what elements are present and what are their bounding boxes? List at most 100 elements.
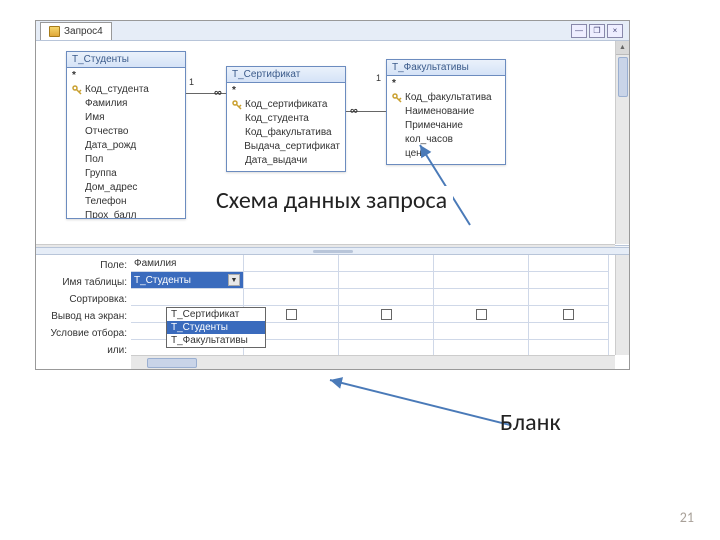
cell-criteria[interactable] <box>434 323 528 340</box>
cell-show[interactable] <box>529 306 608 323</box>
label-sort: Сортировка: <box>38 291 127 308</box>
tab-label: Запрос4 <box>64 26 103 37</box>
dropdown-option[interactable]: Т_Сертификат <box>167 308 265 321</box>
window-controls: — ❐ × <box>571 24 629 38</box>
grid-column[interactable] <box>434 255 529 355</box>
field-row[interactable]: кол_часов <box>390 133 502 147</box>
cell-field[interactable] <box>339 255 433 272</box>
cell-sort[interactable] <box>339 289 433 306</box>
field-row[interactable]: Код_факультатива <box>230 126 342 140</box>
cell-criteria[interactable] <box>339 323 433 340</box>
dropdown-option[interactable]: Т_Студенты <box>167 321 265 334</box>
table-body: * Код_студента Фамилия Имя Отчество Дата… <box>67 68 185 218</box>
cell-show[interactable] <box>434 306 528 323</box>
grid-horizontal-scrollbar[interactable] <box>131 355 615 369</box>
key-icon <box>72 85 82 95</box>
caption-blank: Бланк <box>500 408 561 437</box>
field-row[interactable]: Код_сертификата <box>230 98 342 112</box>
table-certificate[interactable]: Т_Сертификат * Код_сертификата Код_студе… <box>226 66 346 172</box>
cell-table[interactable] <box>434 272 528 289</box>
table-header: Т_Сертификат <box>227 67 345 83</box>
tab-strip: Запрос4 — ❐ × <box>36 21 629 41</box>
maximize-button[interactable]: ❐ <box>589 24 605 38</box>
key-icon <box>392 93 402 103</box>
grid-vertical-scrollbar[interactable] <box>615 255 629 355</box>
dropdown-option[interactable]: Т_Факультативы <box>167 334 265 347</box>
dropdown-arrow-icon[interactable]: ▼ <box>228 274 240 286</box>
key-icon <box>232 100 242 110</box>
checkbox-show[interactable] <box>286 309 297 320</box>
label-criteria: Условие отбора: <box>38 325 127 342</box>
field-row[interactable]: Имя <box>70 111 182 125</box>
pane-splitter[interactable] <box>36 247 629 255</box>
grid-column[interactable] <box>529 255 609 355</box>
field-row[interactable]: Код_студента <box>70 83 182 97</box>
label-or: или: <box>38 342 127 359</box>
cell-sort[interactable] <box>244 289 338 306</box>
scroll-thumb[interactable] <box>147 358 197 368</box>
cell-show[interactable] <box>339 306 433 323</box>
cell-sort[interactable] <box>131 289 243 306</box>
all-fields-row[interactable]: * <box>390 77 502 91</box>
all-fields-row[interactable]: * <box>70 69 182 83</box>
cell-field[interactable] <box>434 255 528 272</box>
cell-criteria[interactable] <box>529 323 608 340</box>
cell-table[interactable]: Т_Студенты▼ <box>131 272 243 289</box>
design-grid-pane: Поле: Имя таблицы: Сортировка: Вывод на … <box>36 255 629 369</box>
checkbox-show[interactable] <box>476 309 487 320</box>
relation-one-label: 1 <box>189 77 194 87</box>
cell-table[interactable] <box>339 272 433 289</box>
field-row[interactable]: Выдача_сертификат <box>230 140 342 154</box>
field-row[interactable]: Дата_выдачи <box>230 154 342 168</box>
field-row[interactable]: Дом_адрес <box>70 181 182 195</box>
cell-sort[interactable] <box>434 289 528 306</box>
field-row[interactable]: Дата_рожд <box>70 139 182 153</box>
grip-icon <box>313 250 353 253</box>
cell-field[interactable] <box>244 255 338 272</box>
relation-many-label: ∞ <box>214 87 222 99</box>
grid-row-labels: Поле: Имя таблицы: Сортировка: Вывод на … <box>36 255 131 369</box>
tab-query[interactable]: Запрос4 <box>40 22 112 40</box>
cell-table[interactable] <box>244 272 338 289</box>
field-row[interactable]: Код_студента <box>230 112 342 126</box>
table-students[interactable]: Т_Студенты * Код_студента Фамилия Имя От… <box>66 51 186 219</box>
scroll-thumb[interactable] <box>618 57 628 97</box>
vertical-scrollbar[interactable]: ▲ <box>615 41 629 244</box>
label-show: Вывод на экран: <box>38 308 127 325</box>
annotation-arrow <box>320 375 520 438</box>
relation-many-label: ∞ <box>350 105 358 117</box>
table-body: * Код_сертификата Код_студента Код_факул… <box>227 83 345 171</box>
table-faculty[interactable]: Т_Факультативы * Код_факультатива Наимен… <box>386 59 506 165</box>
close-button[interactable]: × <box>607 24 623 38</box>
label-field: Поле: <box>38 257 127 274</box>
cell-field[interactable] <box>529 255 608 272</box>
grid-column[interactable] <box>339 255 434 355</box>
table-header: Т_Студенты <box>67 52 185 68</box>
cell-field[interactable]: Фамилия <box>131 255 243 272</box>
field-row[interactable]: Фамилия <box>70 97 182 111</box>
field-row[interactable]: Телефон <box>70 195 182 209</box>
field-row[interactable]: цена <box>390 147 502 161</box>
cell-table[interactable] <box>529 272 608 289</box>
table-body: * Код_факультатива Наименование Примечан… <box>387 76 505 164</box>
checkbox-show[interactable] <box>563 309 574 320</box>
field-row[interactable]: Наименование <box>390 105 502 119</box>
relationship-pane[interactable]: Т_Студенты * Код_студента Фамилия Имя От… <box>36 41 629 246</box>
cell-sort[interactable] <box>529 289 608 306</box>
caption-schema: Схема данных запроса <box>210 186 453 215</box>
field-row[interactable]: Группа <box>70 167 182 181</box>
query-icon <box>49 26 60 37</box>
page-number: 21 <box>680 509 694 526</box>
field-row[interactable]: Пол <box>70 153 182 167</box>
table-dropdown-list[interactable]: Т_Сертификат Т_Студенты Т_Факультативы <box>166 307 266 348</box>
field-row[interactable]: Прох_балл <box>70 209 182 218</box>
field-row[interactable]: Код_факультатива <box>390 91 502 105</box>
table-header: Т_Факультативы <box>387 60 505 76</box>
field-row[interactable]: Отчество <box>70 125 182 139</box>
minimize-button[interactable]: — <box>571 24 587 38</box>
scroll-up-arrow[interactable]: ▲ <box>616 41 629 55</box>
all-fields-row[interactable]: * <box>230 84 342 98</box>
field-row[interactable]: Примечание <box>390 119 502 133</box>
checkbox-show[interactable] <box>381 309 392 320</box>
relation-one-label: 1 <box>376 73 381 83</box>
